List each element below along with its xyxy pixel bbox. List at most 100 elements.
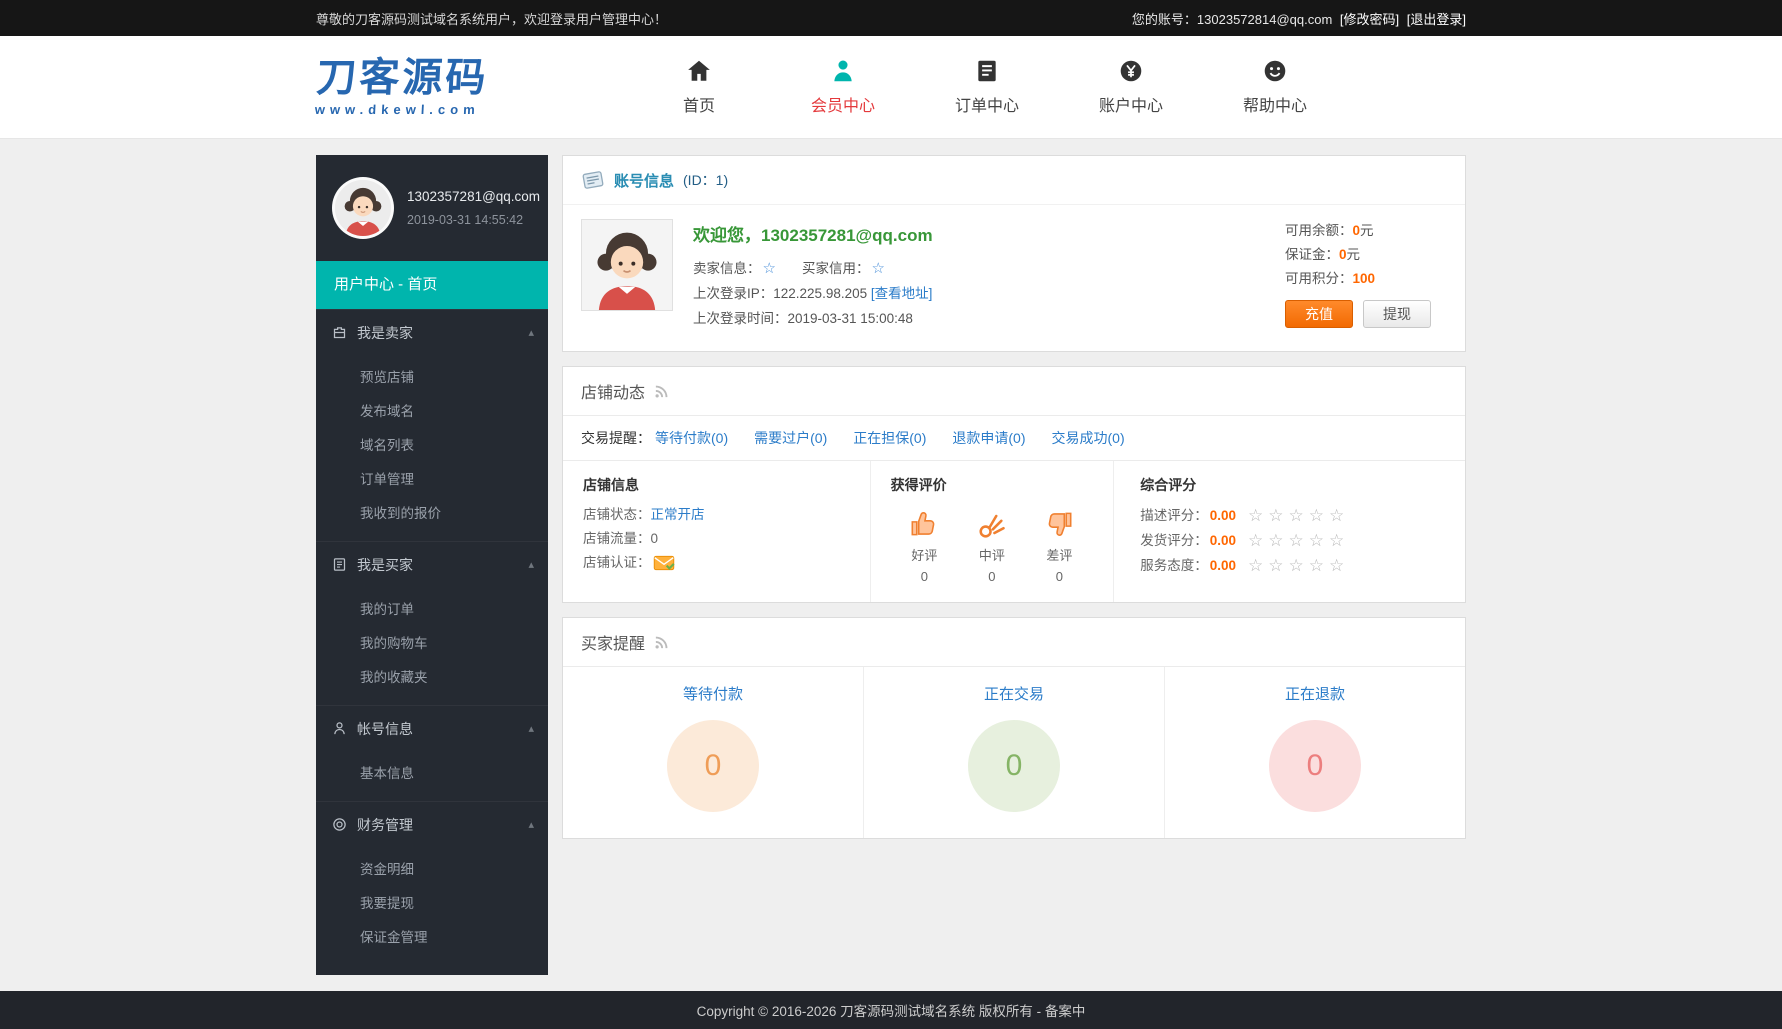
nav-account-center[interactable]: 账户中心: [1088, 58, 1174, 116]
rating-good-label: 好评: [907, 545, 941, 564]
sidebar-item-domain-list[interactable]: 域名列表: [316, 427, 548, 461]
account-card-header: 账号信息 (ID：1): [563, 156, 1465, 204]
briefcase-icon: [332, 325, 347, 340]
reminder-transfer-needed-link[interactable]: 需要过户(0): [754, 428, 827, 448]
nav-help-center[interactable]: 帮助中心: [1232, 58, 1318, 116]
star-icon: ☆: [763, 256, 776, 281]
sidebar-item-my-cart[interactable]: 我的购物车: [316, 625, 548, 659]
buyer-refunding-link[interactable]: 正在退款: [1285, 683, 1345, 704]
sidebar-item-publish-domain[interactable]: 发布域名: [316, 393, 548, 427]
recharge-button[interactable]: 充值: [1285, 300, 1353, 328]
logo-title: 刀客源码: [315, 57, 489, 99]
shop-traffic-label: 店铺流量：: [583, 527, 651, 551]
topbar-account-area: 您的账号：13023572814@qq.com [修改密码] [退出登录]: [1132, 9, 1466, 28]
trade-reminder-row: 交易提醒： 等待付款(0) 需要过户(0) 正在担保(0) 退款申请(0) 交易…: [563, 415, 1465, 461]
buyer-credit-label: 买家信用：: [802, 256, 870, 281]
buyer-waiting-payment-link[interactable]: 等待付款: [683, 683, 743, 704]
rating-bad-count: 0: [1042, 569, 1076, 584]
copyright-text: Copyright © 2016-2026 刀客源码测试域名系统 版权所有 - …: [697, 1000, 1086, 1020]
logout-link[interactable]: [退出登录]: [1407, 12, 1466, 27]
sidebar-sublist-seller: 预览店铺 发布域名 域名列表 订单管理 我收到的报价: [316, 355, 548, 541]
user-avatar: [332, 177, 394, 239]
change-password-link[interactable]: [修改密码]: [1340, 12, 1399, 27]
count-circle-waiting: 0: [667, 720, 759, 812]
header: 刀客源码 www.dkewl.com 首页 会员中心 订单中心: [0, 36, 1782, 139]
reminder-trade-success-link[interactable]: 交易成功(0): [1052, 428, 1125, 448]
user-icon: [332, 721, 347, 736]
ratings-column: 获得评价 好评 0: [870, 461, 1114, 602]
count-circle-refunding: 0: [1269, 720, 1361, 812]
sidebar-section-buyer-header[interactable]: 我是买家 ▴: [316, 541, 548, 587]
list-icon: [332, 557, 347, 572]
sidebar-item-my-orders[interactable]: 我的订单: [316, 591, 548, 625]
reminder-in-escrow-link[interactable]: 正在担保(0): [853, 428, 926, 448]
sidebar-item-withdraw-request[interactable]: 我要提现: [316, 885, 548, 919]
buyer-trading-link[interactable]: 正在交易: [984, 683, 1044, 704]
star-rating: ☆☆☆☆☆: [1248, 503, 1349, 528]
account-details: 欢迎您，1302357281@qq.com 卖家信息： ☆ 买家信用： ☆ 上次…: [693, 219, 933, 331]
shop-info-column: 店铺信息 店铺状态： 正常开店 店铺流量： 0 店铺认证：: [563, 461, 870, 602]
nav-label: 会员中心: [811, 92, 875, 116]
sidebar-section-buyer: 我是买家 ▴ 我的订单 我的购物车 我的收藏夹: [316, 541, 548, 705]
sidebar-section-seller-header[interactable]: 我是卖家 ▴: [316, 309, 548, 355]
rating-good: 好评 0: [907, 507, 941, 584]
score-shipping-label: 发货评分：: [1140, 528, 1208, 553]
logo-subtitle: www.dkewl.com: [314, 102, 487, 117]
sidebar-item-basic-info[interactable]: 基本信息: [316, 755, 548, 789]
balance-buttons: 充值 提现: [1285, 300, 1431, 328]
sidebar-profile: 1302357281@qq.com 2019-03-31 14:55:42: [316, 155, 548, 261]
sidebar-item-preview-shop[interactable]: 预览店铺: [316, 359, 548, 393]
buyer-trading: 正在交易 0: [863, 667, 1164, 838]
welcome-text: 尊敬的刀客源码测试域名系统用户，欢迎登录用户管理中心！: [316, 9, 667, 28]
sidebar-section-account-header[interactable]: 帐号信息 ▴: [316, 705, 548, 751]
star-icon: ☆: [871, 256, 884, 281]
deposit-unit: 元: [1347, 247, 1361, 262]
chevron-up-icon: ▴: [528, 722, 534, 735]
shop-columns: 店铺信息 店铺状态： 正常开店 店铺流量： 0 店铺认证：: [563, 461, 1465, 602]
logo[interactable]: 刀客源码 www.dkewl.com: [314, 57, 489, 117]
view-address-link[interactable]: [查看地址]: [871, 281, 933, 306]
member-icon: [830, 58, 856, 84]
reminder-refund-request-link[interactable]: 退款申请(0): [952, 428, 1025, 448]
balance-line: 可用余额：0元: [1285, 219, 1431, 243]
sidebar-sublist-finance: 资金明细 我要提现 保证金管理: [316, 847, 548, 965]
score-description-line: 描述评分： 0.00 ☆☆☆☆☆: [1140, 503, 1445, 528]
nav-label: 帮助中心: [1243, 92, 1307, 116]
points-label: 可用积分：: [1285, 271, 1353, 286]
nav-label: 首页: [683, 92, 715, 116]
sidebar: 1302357281@qq.com 2019-03-31 14:55:42 用户…: [316, 155, 548, 975]
shop-card-title: 店铺动态: [581, 379, 645, 403]
sidebar-item-order-manage[interactable]: 订单管理: [316, 461, 548, 495]
shop-status-link[interactable]: 正常开店: [651, 503, 705, 527]
nav-home[interactable]: 首页: [656, 58, 742, 116]
account-info-card: 账号信息 (ID：1): [562, 155, 1466, 352]
sidebar-item-deposit-manage[interactable]: 保证金管理: [316, 919, 548, 953]
shop-traffic-value: 0: [651, 527, 659, 551]
buyer-refunding: 正在退款 0: [1164, 667, 1465, 838]
id-card-icon: [581, 168, 605, 192]
score-shipping-line: 发货评分： 0.00 ☆☆☆☆☆: [1140, 528, 1445, 553]
smiley-icon: [1262, 58, 1288, 84]
nav-label: 订单中心: [955, 92, 1019, 116]
home-icon: [686, 58, 712, 84]
sidebar-item-received-offers[interactable]: 我收到的报价: [316, 495, 548, 529]
withdraw-button[interactable]: 提现: [1363, 300, 1431, 328]
score-service-value: 0.00: [1210, 553, 1236, 578]
sidebar-item-fund-details[interactable]: 资金明细: [316, 851, 548, 885]
seller-info-label: 卖家信息：: [693, 256, 761, 281]
credit-line: 卖家信息： ☆ 买家信用： ☆: [693, 256, 933, 281]
sidebar-item-user-center-home[interactable]: 用户中心 - 首页: [316, 261, 548, 309]
shop-cert-line: 店铺认证：: [583, 551, 850, 575]
order-list-icon: [974, 58, 1000, 84]
score-shipping-value: 0.00: [1210, 528, 1236, 553]
nav-member-center[interactable]: 会员中心: [800, 58, 886, 116]
sidebar-item-my-favorites[interactable]: 我的收藏夹: [316, 659, 548, 693]
page: 1302357281@qq.com 2019-03-31 14:55:42 用户…: [0, 139, 1782, 975]
welcome-user-text: 欢迎您，1302357281@qq.com: [693, 221, 933, 246]
sidebar-section-finance-header[interactable]: 财务管理 ▴: [316, 801, 548, 847]
reminder-waiting-payment-link[interactable]: 等待付款(0): [655, 428, 728, 448]
section-label: 财务管理: [357, 815, 413, 835]
account-label: 您的账号：: [1132, 12, 1197, 27]
nav-order-center[interactable]: 订单中心: [944, 58, 1030, 116]
buyer-waiting-payment: 等待付款 0: [563, 667, 863, 838]
